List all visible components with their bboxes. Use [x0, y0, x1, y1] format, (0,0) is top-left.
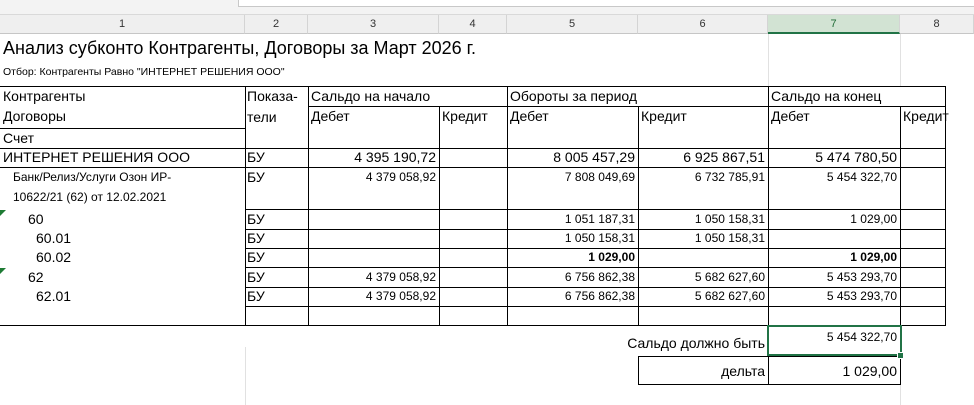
row-name-contractor[interactable]: ИНТЕРНЕТ РЕШЕНИЯ ООО: [3, 148, 190, 167]
header-schet: Счет: [3, 130, 34, 146]
row-name-account[interactable]: 60: [28, 210, 44, 229]
fill-handle[interactable]: [897, 352, 904, 359]
row-indicator[interactable]: БУ: [247, 268, 265, 287]
header-pokaza: Показа-: [247, 88, 298, 104]
header-saldo-nachalo: Сальдо на начало: [311, 88, 431, 104]
column-header-7[interactable]: 7: [768, 15, 900, 34]
row-saldo-nach-debet[interactable]: 4 379 058,92: [308, 287, 439, 306]
row-saldo-nach-debet[interactable]: 4 379 058,92: [308, 268, 439, 287]
row-oborot-debet[interactable]: 1 050 158,31: [507, 229, 638, 248]
selected-cell-outline: [767, 325, 902, 356]
row-indicator[interactable]: БУ: [247, 248, 265, 267]
header-dogovory: Договоры: [3, 108, 66, 124]
report-filter: Отбор: Контрагенты Равно "ИНТЕРНЕТ РЕШЕН…: [3, 66, 285, 78]
row-indicator[interactable]: БУ: [247, 168, 265, 187]
row-oborot-debet[interactable]: 7 808 049,69: [507, 168, 638, 187]
header-kredit-2: Кредит: [641, 108, 687, 124]
row-oborot-kredit[interactable]: 6 732 785,91: [638, 168, 768, 187]
row-name-subaccount[interactable]: 60.02: [36, 248, 71, 267]
note-marker-icon: [0, 268, 6, 274]
row-indicator[interactable]: БУ: [247, 287, 265, 306]
column-header-6[interactable]: 6: [638, 15, 768, 34]
column-header-8[interactable]: 8: [900, 15, 974, 34]
column-header-5[interactable]: 5: [507, 15, 638, 34]
row-oborot-debet[interactable]: 8 005 457,29: [507, 148, 638, 167]
row-saldo-kon-debet[interactable]: 5 453 293,70: [768, 268, 900, 287]
row-name-contract[interactable]: Банк/Релиз/Услуги Озон ИР-: [13, 168, 171, 187]
header-teli: тели: [247, 109, 277, 125]
header-oboroty: Обороты за период: [510, 88, 638, 104]
row-saldo-kon-debet[interactable]: 5 453 293,70: [768, 287, 900, 306]
column-header-1[interactable]: 1: [0, 15, 245, 34]
note-marker-icon: [0, 210, 6, 216]
row-oborot-debet[interactable]: 1 029,00: [507, 248, 638, 267]
report-title: Анализ субконто Контрагенты, Договоры за…: [3, 38, 477, 58]
row-name-contract-line2[interactable]: 10622/21 (62) от 12.02.2021: [13, 188, 166, 207]
header-debet-2: Дебет: [510, 108, 549, 124]
header-debet-1: Дебет: [311, 108, 350, 124]
row-saldo-kon-debet[interactable]: 1 029,00: [768, 248, 900, 267]
row-oborot-debet[interactable]: 6 756 862,38: [507, 287, 638, 306]
row-name-subaccount[interactable]: 60.01: [36, 229, 71, 248]
row-indicator[interactable]: БУ: [247, 210, 265, 229]
column-header-4[interactable]: 4: [439, 15, 507, 34]
row-saldo-kon-debet[interactable]: 5 454 322,70: [768, 168, 900, 187]
row-saldo-nach-debet[interactable]: 4 379 058,92: [308, 168, 439, 187]
spreadsheet: 1 2 3 4 5 6 7 8 Анализ субконто Контраге…: [0, 0, 974, 405]
header-kredit-1: Кредит: [442, 108, 488, 124]
row-saldo-nach-debet[interactable]: 4 395 190,72: [308, 148, 439, 167]
row-name-subaccount[interactable]: 62.01: [36, 287, 71, 306]
header-debet-3: Дебет: [771, 108, 810, 124]
row-oborot-kredit[interactable]: 6 925 867,51: [638, 148, 768, 167]
delta-value[interactable]: 1 029,00: [768, 362, 900, 381]
row-saldo-kon-debet[interactable]: 1 029,00: [768, 210, 900, 229]
saldo-expected-label: Сальдо должно быть: [627, 335, 765, 351]
column-header-3[interactable]: 3: [308, 15, 439, 34]
row-oborot-debet[interactable]: 1 051 187,31: [507, 210, 638, 229]
row-oborot-debet[interactable]: 6 756 862,38: [507, 268, 638, 287]
column-header-2[interactable]: 2: [245, 15, 308, 34]
row-indicator[interactable]: БУ: [247, 229, 265, 248]
row-oborot-kredit[interactable]: 5 682 627,60: [638, 287, 768, 306]
header-saldo-konec: Сальдо на конец: [771, 88, 882, 104]
row-oborot-kredit[interactable]: 1 050 158,31: [638, 210, 768, 229]
row-oborot-kredit[interactable]: 5 682 627,60: [638, 268, 768, 287]
row-indicator[interactable]: БУ: [247, 148, 265, 167]
row-oborot-kredit[interactable]: 1 050 158,31: [638, 229, 768, 248]
header-kredit-3: Кредит: [903, 108, 949, 124]
formula-bar-edge: [0, 0, 974, 15]
delta-label: дельта: [721, 363, 765, 379]
header-kontragenty: Контрагенты: [3, 88, 86, 104]
row-name-account[interactable]: 62: [28, 268, 44, 287]
row-saldo-kon-debet[interactable]: 5 474 780,50: [768, 148, 900, 167]
